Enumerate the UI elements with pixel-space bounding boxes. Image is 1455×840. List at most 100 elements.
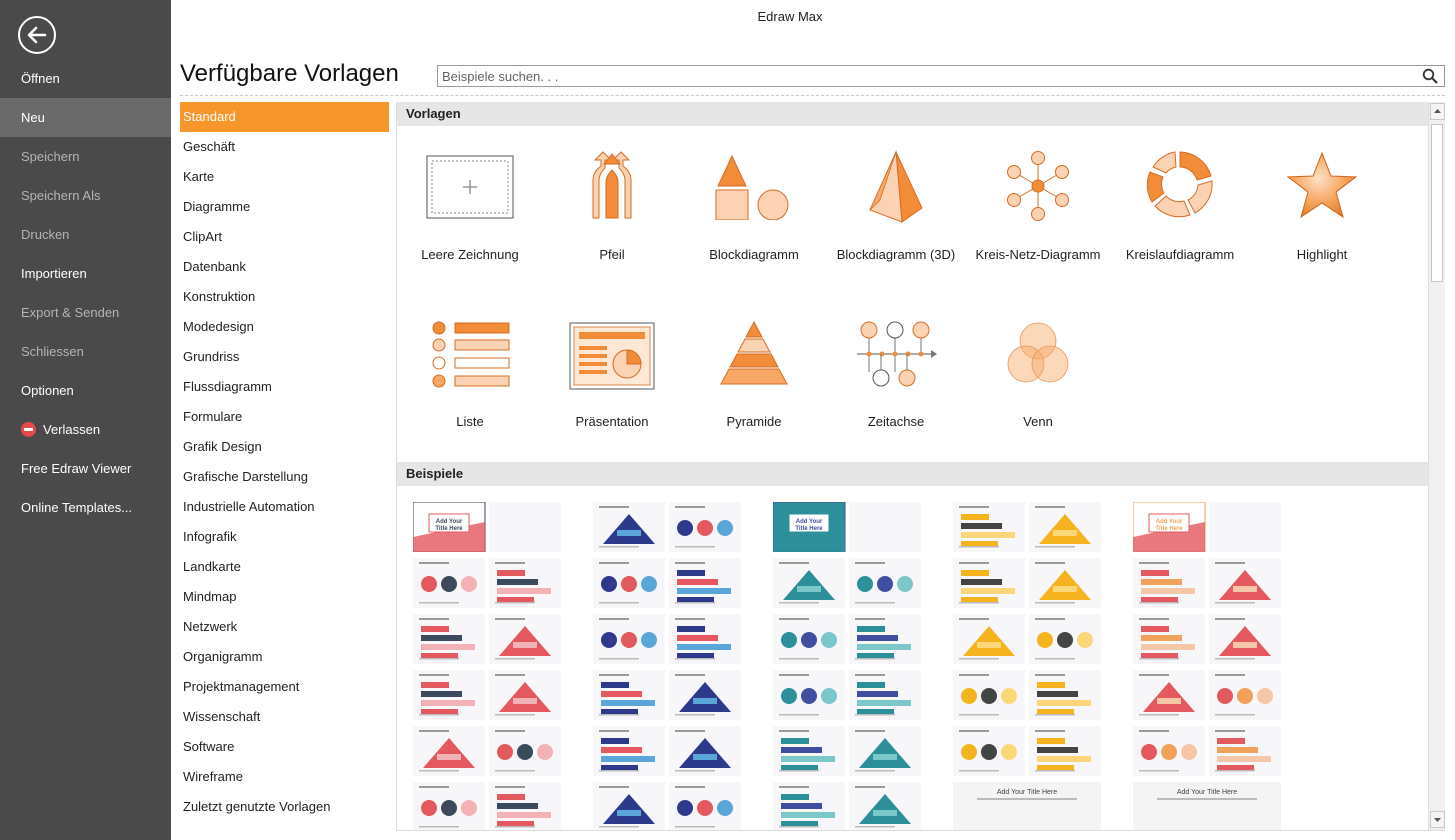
example-thumbnail[interactable] <box>1133 558 1281 608</box>
template-circle-network[interactable]: Kreis-Netz-Diagramm <box>967 150 1109 280</box>
template-timeline[interactable]: Zeitachse <box>825 320 967 430</box>
template-arrow[interactable]: Pfeil <box>541 150 683 280</box>
scroll-down-button[interactable] <box>1430 811 1445 828</box>
section-header-templates: Vorlagen <box>397 102 1428 126</box>
category-list: Standard Geschäft Karte Diagramme ClipAr… <box>180 102 389 822</box>
template-label: Highlight <box>1296 247 1348 262</box>
template-block-diagram-3d[interactable]: Blockdiagramm (3D) <box>825 150 967 280</box>
example-thumbnail[interactable] <box>593 726 741 776</box>
example-thumbnail[interactable] <box>593 502 741 552</box>
example-thumbnail[interactable] <box>773 558 921 608</box>
example-thumbnail[interactable] <box>1133 726 1281 776</box>
template-venn[interactable]: Venn <box>967 320 1109 430</box>
example-thumbnail[interactable] <box>773 614 921 664</box>
example-thumbnail[interactable]: Add Your Title Here <box>1133 782 1281 830</box>
example-thumbnail[interactable] <box>593 614 741 664</box>
back-button[interactable] <box>18 16 56 54</box>
example-thumbnail[interactable] <box>1133 670 1281 720</box>
nav-item-options[interactable]: Optionen <box>0 371 171 410</box>
category-science[interactable]: Wissenschaft <box>180 702 389 732</box>
nav-item-exit[interactable]: Verlassen <box>0 410 171 449</box>
nav-item-new[interactable]: Neu <box>0 98 171 137</box>
template-block-diagram[interactable]: Blockdiagramm <box>683 150 825 280</box>
category-card[interactable]: Karte <box>180 162 389 192</box>
category-org-chart[interactable]: Organigramm <box>180 642 389 672</box>
template-cycle-diagram[interactable]: Kreislaufdiagramm <box>1109 150 1251 280</box>
example-thumbnail[interactable] <box>413 558 561 608</box>
nav-item-label: Drucken <box>21 227 70 242</box>
example-thumbnail[interactable] <box>773 670 921 720</box>
example-thumbnail[interactable] <box>773 782 921 830</box>
category-graphic-design[interactable]: Grafik Design <box>180 432 389 462</box>
edraw-new-document-window: Öffnen Neu Speichern Speichern Als Druck… <box>0 0 1455 840</box>
svg-text:Add Your: Add Your <box>796 519 823 525</box>
example-thumbnail[interactable]: Add Your Title Here <box>1133 502 1281 552</box>
category-recent-templates[interactable]: Zuletzt genutzte Vorlagen <box>180 792 389 822</box>
example-thumbnail[interactable]: Add Your Title Here <box>773 502 921 552</box>
nav-item-print[interactable]: Drucken <box>0 215 171 254</box>
svg-text:Title Here: Title Here <box>435 526 463 532</box>
example-thumbnail[interactable] <box>953 614 1101 664</box>
category-business[interactable]: Geschäft <box>180 132 389 162</box>
category-software[interactable]: Software <box>180 732 389 762</box>
example-thumbnail[interactable]: Add Your Title Here <box>413 502 561 552</box>
category-fashion-design[interactable]: Modedesign <box>180 312 389 342</box>
example-thumbnail[interactable] <box>413 782 561 830</box>
category-standard[interactable]: Standard <box>180 102 389 132</box>
example-thumbnail[interactable] <box>413 670 561 720</box>
example-thumbnail[interactable] <box>953 502 1101 552</box>
svg-text:Add Your: Add Your <box>436 519 463 525</box>
cycle-diagram-icon <box>1146 151 1213 218</box>
example-thumbnail[interactable]: Add Your Title Here <box>953 782 1101 830</box>
nav-item-export-send[interactable]: Export & Senden <box>0 293 171 332</box>
category-database[interactable]: Datenbank <box>180 252 389 282</box>
header-divider <box>180 95 1445 96</box>
nav-item-online-templates[interactable]: Online Templates... <box>0 488 171 527</box>
template-presentation[interactable]: Präsentation <box>541 320 683 430</box>
nav-item-label: Verlassen <box>43 422 101 437</box>
example-thumbnail[interactable] <box>1133 614 1281 664</box>
category-forms[interactable]: Formulare <box>180 402 389 432</box>
nav-item-save-as[interactable]: Speichern Als <box>0 176 171 215</box>
nav-item-label: Schliessen <box>21 344 84 359</box>
scroll-up-button[interactable] <box>1430 103 1445 120</box>
template-highlight[interactable]: Highlight <box>1251 150 1393 280</box>
nav-item-save[interactable]: Speichern <box>0 137 171 176</box>
category-charts[interactable]: Diagramme <box>180 192 389 222</box>
template-pyramid[interactable]: Pyramide <box>683 320 825 430</box>
category-map[interactable]: Landkarte <box>180 552 389 582</box>
nav-item-open[interactable]: Öffnen <box>0 59 171 98</box>
category-clipart[interactable]: ClipArt <box>180 222 389 252</box>
category-flowchart[interactable]: Flussdiagramm <box>180 372 389 402</box>
search-icon[interactable] <box>1422 68 1438 87</box>
template-blank-drawing[interactable]: Leere Zeichnung <box>399 150 541 280</box>
example-thumbnail[interactable] <box>593 670 741 720</box>
list-icon <box>432 321 510 388</box>
example-thumbnail[interactable] <box>413 726 561 776</box>
search-input[interactable] <box>438 66 1398 86</box>
example-thumbnail[interactable] <box>953 726 1101 776</box>
category-floor-plan[interactable]: Grundriss <box>180 342 389 372</box>
category-graphic-organizer[interactable]: Grafische Darstellung <box>180 462 389 492</box>
nav-item-free-viewer[interactable]: Free Edraw Viewer <box>0 449 171 488</box>
arrow-icon <box>592 151 632 219</box>
category-network[interactable]: Netzwerk <box>180 612 389 642</box>
example-thumbnail[interactable] <box>593 782 741 830</box>
category-project-management[interactable]: Projektmanagement <box>180 672 389 702</box>
category-wireframe[interactable]: Wireframe <box>180 762 389 792</box>
example-thumbnail[interactable] <box>953 558 1101 608</box>
example-thumbnail[interactable] <box>593 558 741 608</box>
example-thumbnail[interactable] <box>413 614 561 664</box>
example-thumbnail[interactable] <box>773 726 921 776</box>
nav-item-import[interactable]: Importieren <box>0 254 171 293</box>
nav-item-close[interactable]: Schliessen <box>0 332 171 371</box>
gallery-scrollbar[interactable] <box>1428 102 1445 830</box>
category-industrial-automation[interactable]: Industrielle Automation <box>180 492 389 522</box>
category-mindmap[interactable]: Mindmap <box>180 582 389 612</box>
scroll-thumb[interactable] <box>1431 124 1443 282</box>
svg-text:Add Your: Add Your <box>1156 519 1183 525</box>
category-infographic[interactable]: Infografik <box>180 522 389 552</box>
category-engineering[interactable]: Konstruktion <box>180 282 389 312</box>
example-thumbnail[interactable] <box>953 670 1101 720</box>
template-list[interactable]: Liste <box>399 320 541 430</box>
